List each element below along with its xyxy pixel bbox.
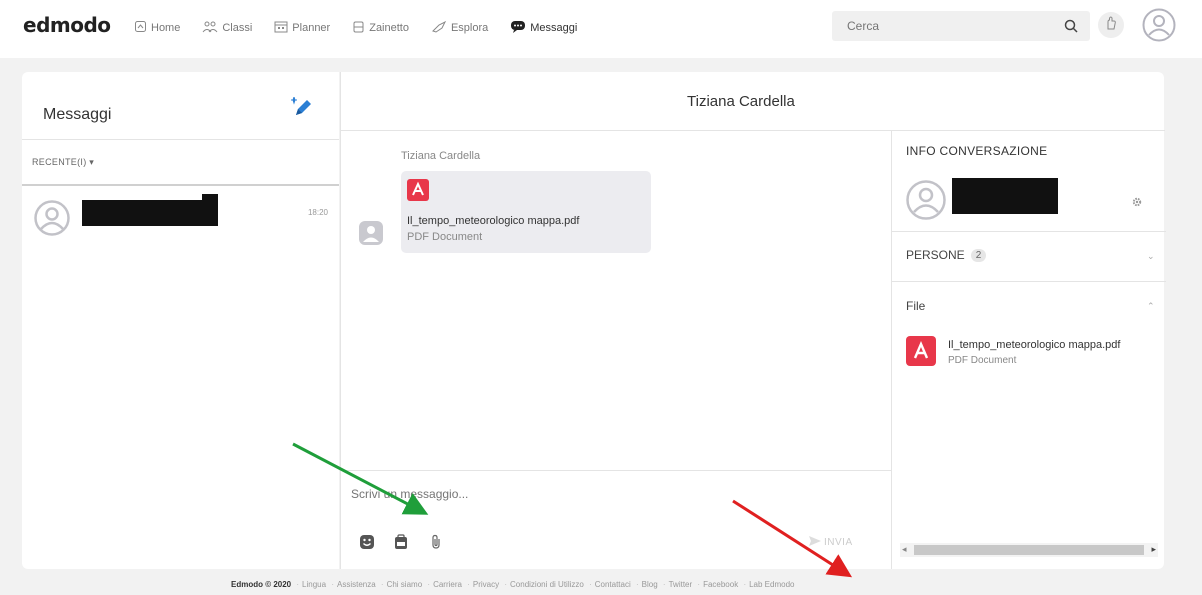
footer-link[interactable]: Privacy xyxy=(473,580,499,589)
footer-link[interactable]: Lingua xyxy=(302,580,326,589)
nav-backpack-label: Zainetto xyxy=(369,22,409,34)
nav-messages[interactable]: Messaggi xyxy=(510,20,577,36)
pdf-attachment-card[interactable]: Il_tempo_meteorologico mappa.pdf PDF Doc… xyxy=(401,171,651,253)
recent-filter-dropdown[interactable]: RECENTE(I) ▾ xyxy=(32,157,94,168)
attachment-file-name: Il_tempo_meteorologico mappa.pdf xyxy=(407,215,580,227)
footer-link[interactable]: Condizioni di Utilizzo xyxy=(510,580,584,589)
message-input[interactable] xyxy=(349,482,869,506)
footer-link[interactable]: Carriera xyxy=(433,580,462,589)
nav-backpack[interactable]: Zainetto xyxy=(352,20,409,36)
search-input[interactable] xyxy=(832,11,1042,41)
hand-icon xyxy=(1105,16,1117,35)
footer-link[interactable]: Chi siamo xyxy=(387,580,423,589)
main-nav: Home Classi Planner Zainetto Esplora Mes… xyxy=(134,20,599,36)
redacted-participant-name xyxy=(952,178,1058,214)
people-section-toggle[interactable]: PERSONE 2 xyxy=(906,248,987,262)
gear-icon[interactable] xyxy=(1132,194,1142,212)
emoji-icon[interactable] xyxy=(359,534,375,555)
conversation-time: 18:20 xyxy=(307,208,328,217)
nav-home-label: Home xyxy=(151,22,181,34)
user-avatar[interactable] xyxy=(1142,8,1176,47)
horizontal-scrollbar[interactable]: ◂ ▸ xyxy=(900,543,1158,557)
footer-link[interactable]: Facebook xyxy=(703,580,738,589)
info-panel-title: INFO CONVERSAZIONE xyxy=(906,144,1048,158)
nav-home[interactable]: Home xyxy=(134,20,180,36)
divider xyxy=(892,281,1166,282)
people-count-badge: 2 xyxy=(970,248,987,262)
footer-link[interactable]: Lab Edmodo xyxy=(749,580,794,589)
new-message-button[interactable] xyxy=(290,95,314,124)
footer: Edmodo © 2020 · Lingua · Assistenza · Chi s… xyxy=(231,580,795,589)
files-label[interactable]: File xyxy=(906,299,925,313)
nav-explore-label: Esplora xyxy=(450,22,489,34)
message-thread: Tiziana Cardella Il_tempo_meteorologico … xyxy=(341,131,891,471)
nav-messages-label: Messaggi xyxy=(530,22,578,34)
pdf-icon xyxy=(906,336,936,371)
divider xyxy=(341,470,891,471)
conversation-list-panel: Messaggi RECENTE(I) ▾ 18:20 xyxy=(22,72,339,569)
chevron-down-icon[interactable]: ⌄ xyxy=(1147,251,1155,262)
file-list-item[interactable]: Il_tempo_meteorologico mappa.pdf PDF Doc… xyxy=(906,336,1166,372)
conversation-list-item[interactable]: 18:20 xyxy=(32,194,332,254)
nav-explore[interactable]: Esplora xyxy=(431,20,488,36)
nav-classes[interactable]: Classi xyxy=(202,20,252,36)
planner-icon xyxy=(274,20,288,36)
people-label: PERSONE xyxy=(906,248,965,262)
file-name: Il_tempo_meteorologico mappa.pdf xyxy=(948,339,1121,351)
footer-link[interactable]: Blog xyxy=(642,580,658,589)
redacted-contact-name xyxy=(82,200,212,226)
paperclip-icon[interactable] xyxy=(429,534,443,555)
footer-link[interactable]: Contattaci xyxy=(595,580,631,589)
home-icon xyxy=(134,20,147,36)
divider xyxy=(22,184,339,186)
contact-avatar xyxy=(34,200,70,241)
conversation-panel: Tiziana Cardella Tiziana Cardella Il_tem… xyxy=(340,72,1166,569)
footer-link[interactable]: Twitter xyxy=(669,580,693,589)
file-type: PDF Document xyxy=(948,355,1017,366)
nav-planner[interactable]: Planner xyxy=(274,20,330,36)
scroll-left-icon[interactable]: ◂ xyxy=(902,544,907,555)
backpack-icon xyxy=(352,20,365,36)
divider xyxy=(22,139,339,140)
sender-avatar xyxy=(358,220,384,251)
messages-heading: Messaggi xyxy=(43,106,112,123)
chevron-up-icon[interactable]: ⌃ xyxy=(1147,301,1155,312)
messages-icon xyxy=(510,20,526,36)
edmodo-logo[interactable]: edmodo xyxy=(23,13,111,37)
classes-icon xyxy=(202,20,218,36)
scrollbar-thumb[interactable] xyxy=(914,545,1144,555)
scroll-right-icon[interactable]: ▸ xyxy=(1151,544,1156,555)
conversation-title: Tiziana Cardella xyxy=(687,93,795,110)
search-box xyxy=(832,11,1090,41)
pdf-icon xyxy=(407,179,429,206)
footer-copyright: Edmodo © 2020 xyxy=(231,580,292,589)
participant-avatar xyxy=(906,180,946,225)
divider xyxy=(892,231,1166,232)
top-navigation-bar: edmodo Home Classi Planner Zainetto Espl… xyxy=(0,0,1202,58)
redacted-contact-name xyxy=(202,194,218,226)
compose-pen-icon xyxy=(290,95,314,123)
send-icon xyxy=(809,536,821,549)
notifications-button[interactable] xyxy=(1098,12,1124,38)
search-icon[interactable] xyxy=(1064,19,1078,38)
backpack-attach-icon[interactable] xyxy=(393,534,409,555)
attachment-file-type: PDF Document xyxy=(407,231,483,243)
nav-classes-label: Classi xyxy=(222,22,253,34)
send-label: INVIA xyxy=(824,537,853,548)
send-button[interactable]: INVIA xyxy=(809,536,853,549)
message-sender: Tiziana Cardella xyxy=(401,150,481,162)
footer-link[interactable]: Assistenza xyxy=(337,580,376,589)
conversation-info-panel: INFO CONVERSAZIONE PERSONE 2 ⌄ File ⌃ Il… xyxy=(891,131,1166,569)
explore-icon xyxy=(431,20,447,36)
nav-planner-label: Planner xyxy=(292,22,331,34)
